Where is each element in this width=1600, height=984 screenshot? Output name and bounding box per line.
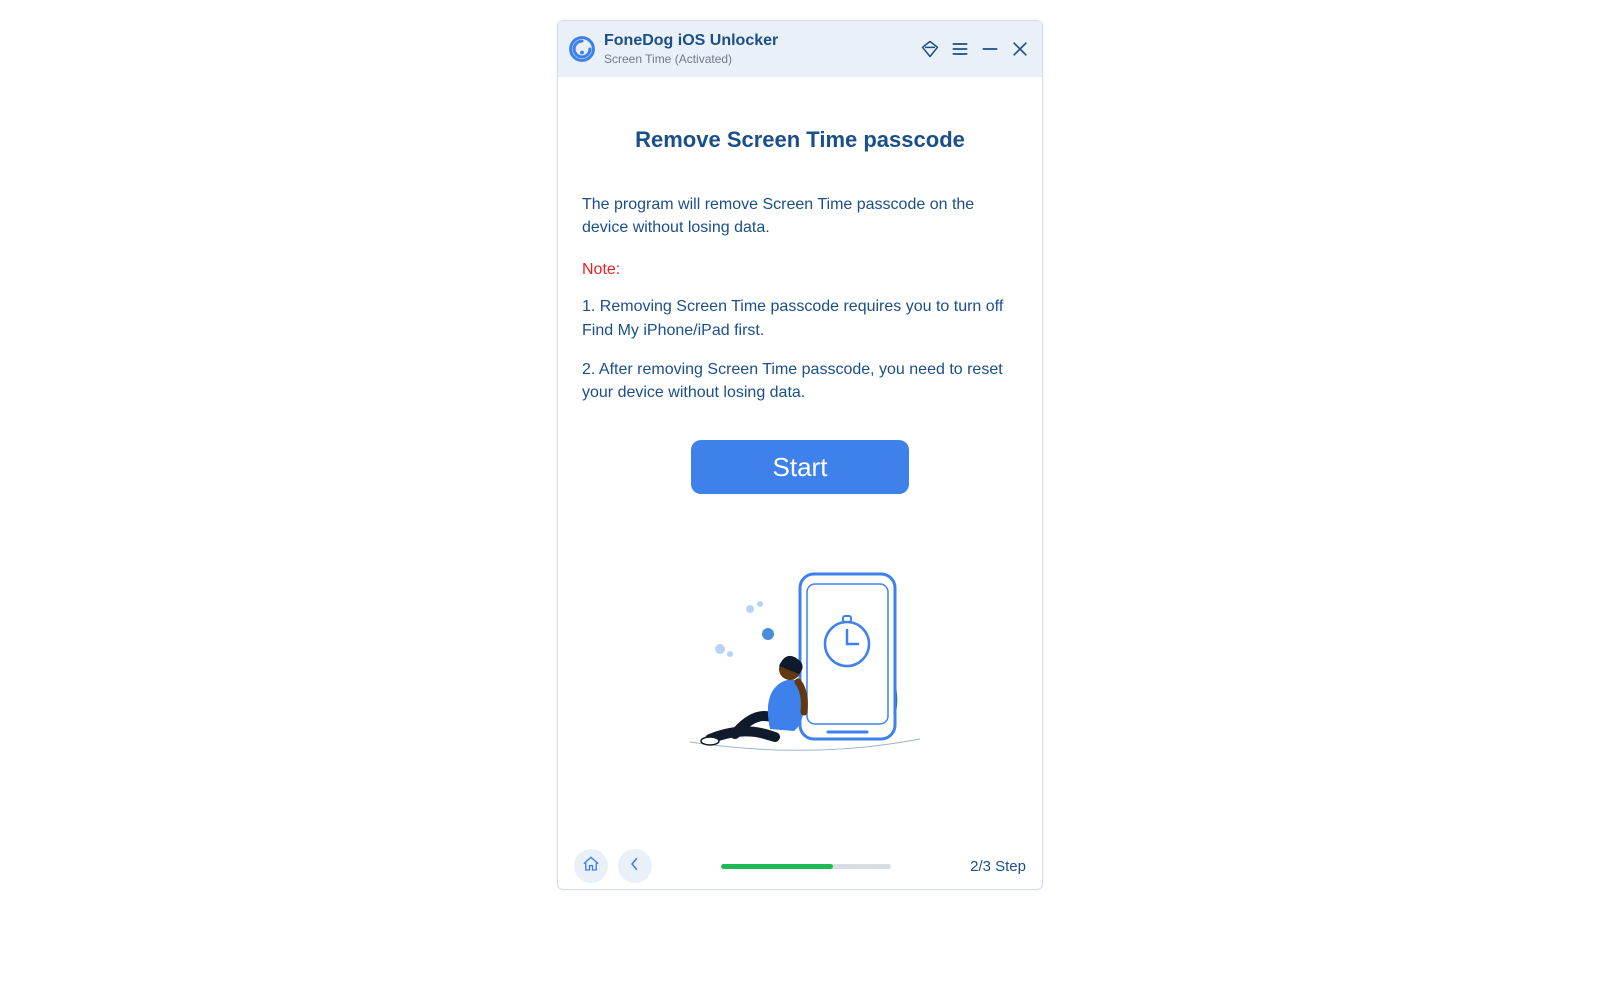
close-icon[interactable] — [1010, 39, 1030, 59]
progress-bar — [721, 864, 891, 869]
app-title: FoneDog iOS Unlocker — [604, 32, 920, 50]
home-icon — [582, 855, 600, 878]
app-subtitle: Screen Time (Activated) — [604, 52, 920, 66]
progress-wrap — [662, 864, 950, 869]
window-controls — [920, 39, 1030, 59]
screen-time-illustration — [650, 554, 950, 754]
back-button[interactable] — [618, 849, 652, 883]
start-button[interactable]: Start — [691, 440, 909, 494]
progress-fill — [721, 864, 833, 869]
note-label: Note: — [582, 261, 1018, 279]
description-text: The program will remove Screen Time pass… — [582, 193, 1018, 239]
titlebar: FoneDog iOS Unlocker Screen Time (Activa… — [558, 21, 1042, 77]
minimize-icon[interactable] — [980, 39, 1000, 59]
app-window: FoneDog iOS Unlocker Screen Time (Activa… — [557, 20, 1043, 890]
footer-bar: 2/3 Step — [558, 843, 1042, 889]
home-button[interactable] — [574, 849, 608, 883]
app-logo-icon — [568, 35, 596, 63]
note-item-2: 2. After removing Screen Time passcode, … — [582, 358, 1018, 404]
chevron-left-icon — [626, 855, 644, 878]
step-label: 2/3 Step — [970, 858, 1026, 875]
menu-icon[interactable] — [950, 39, 970, 59]
page-heading: Remove Screen Time passcode — [635, 127, 965, 153]
title-text-group: FoneDog iOS Unlocker Screen Time (Activa… — [604, 32, 920, 66]
main-content: Remove Screen Time passcode The program … — [558, 77, 1042, 843]
note-item-1: 1. Removing Screen Time passcode require… — [582, 295, 1018, 341]
diamond-icon[interactable] — [920, 39, 940, 59]
